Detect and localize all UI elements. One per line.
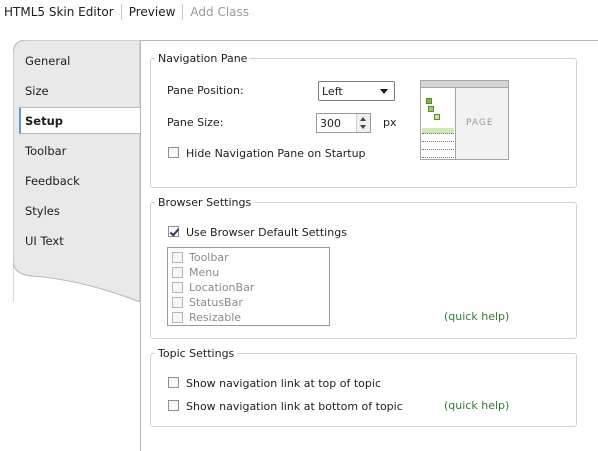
toolbar-option-checkbox[interactable]: [172, 252, 183, 263]
tab-styles[interactable]: Styles: [19, 198, 140, 225]
resizable-option-checkbox[interactable]: [172, 312, 183, 323]
tree-node-icon: [426, 98, 432, 104]
browser-settings-legend: Browser Settings: [158, 196, 252, 209]
menu-option-checkbox[interactable]: [172, 267, 183, 278]
pane-position-value: Left: [322, 85, 343, 98]
top-toolbar: HTML5 Skin Editor Preview Add Class: [0, 0, 598, 23]
pane-size-value: 300: [320, 117, 341, 130]
topic-settings-quick-help-link[interactable]: (quick help): [444, 399, 509, 412]
stepper-buttons: [356, 114, 370, 132]
list-item: Toolbar: [171, 250, 321, 265]
chevron-down-icon: [380, 89, 388, 94]
add-class-button[interactable]: Add Class: [183, 5, 256, 19]
statusbar-option-label: StatusBar: [189, 296, 243, 309]
locationbar-option-label: LocationBar: [189, 281, 255, 294]
hide-navigation-checkbox[interactable]: [168, 147, 179, 158]
tab-size[interactable]: Size: [19, 78, 140, 105]
preview-row: [422, 144, 454, 150]
preview-page-text: PAGE: [466, 118, 494, 128]
pane-size-label: Pane Size:: [167, 116, 224, 129]
toolbar-option-label: Toolbar: [189, 251, 229, 264]
locationbar-option-checkbox[interactable]: [172, 282, 183, 293]
topic-settings-legend: Topic Settings: [158, 347, 235, 360]
list-item: LocationBar: [171, 280, 321, 295]
stepper-down-icon[interactable]: [360, 125, 366, 129]
preview-button[interactable]: Preview: [122, 5, 183, 19]
tree-node-icon: [428, 106, 434, 112]
navigation-pane-legend: Navigation Pane: [158, 52, 248, 65]
preview-nav-pane: [421, 88, 456, 159]
browser-settings-quick-help-link[interactable]: (quick help): [444, 310, 509, 323]
browser-options-list: Toolbar Menu LocationBar StatusBar Resiz…: [167, 247, 330, 326]
tree-node-icon: [434, 114, 440, 120]
tab-toolbar[interactable]: Toolbar: [19, 138, 140, 165]
navigation-pane-preview: PAGE: [420, 80, 509, 160]
preview-row: [422, 136, 454, 142]
tab-feedback[interactable]: Feedback: [19, 168, 140, 195]
pane-position-label: Pane Position:: [167, 84, 244, 97]
use-browser-default-checkbox[interactable]: [168, 226, 179, 237]
top-link-label: Show navigation link at top of topic: [186, 377, 381, 390]
tab-ui-text[interactable]: UI Text: [19, 228, 140, 255]
stepper-up-icon[interactable]: [360, 117, 366, 121]
preview-header: [421, 81, 508, 88]
pane-size-stepper[interactable]: 300: [316, 113, 371, 133]
pane-size-unit: px: [383, 116, 397, 129]
list-item: Resizable: [171, 310, 321, 325]
hide-navigation-label: Hide Navigation Pane on Startup: [186, 147, 366, 160]
editor-title: HTML5 Skin Editor: [4, 4, 114, 19]
statusbar-option-checkbox[interactable]: [172, 297, 183, 308]
resizable-option-label: Resizable: [189, 311, 242, 324]
list-item: StatusBar: [171, 295, 321, 310]
preview-row: [422, 128, 454, 134]
tab-general[interactable]: General: [19, 48, 140, 75]
bottom-link-checkbox[interactable]: [168, 400, 179, 411]
pane-position-select[interactable]: Left: [318, 81, 395, 101]
bottom-link-label: Show navigation link at bottom of topic: [186, 400, 403, 413]
top-link-checkbox[interactable]: [168, 377, 179, 388]
use-browser-default-label: Use Browser Default Settings: [186, 226, 347, 239]
list-item: Menu: [171, 265, 321, 280]
menu-option-label: Menu: [189, 266, 220, 279]
tab-setup[interactable]: Setup: [19, 107, 140, 134]
preview-row: [422, 152, 454, 158]
